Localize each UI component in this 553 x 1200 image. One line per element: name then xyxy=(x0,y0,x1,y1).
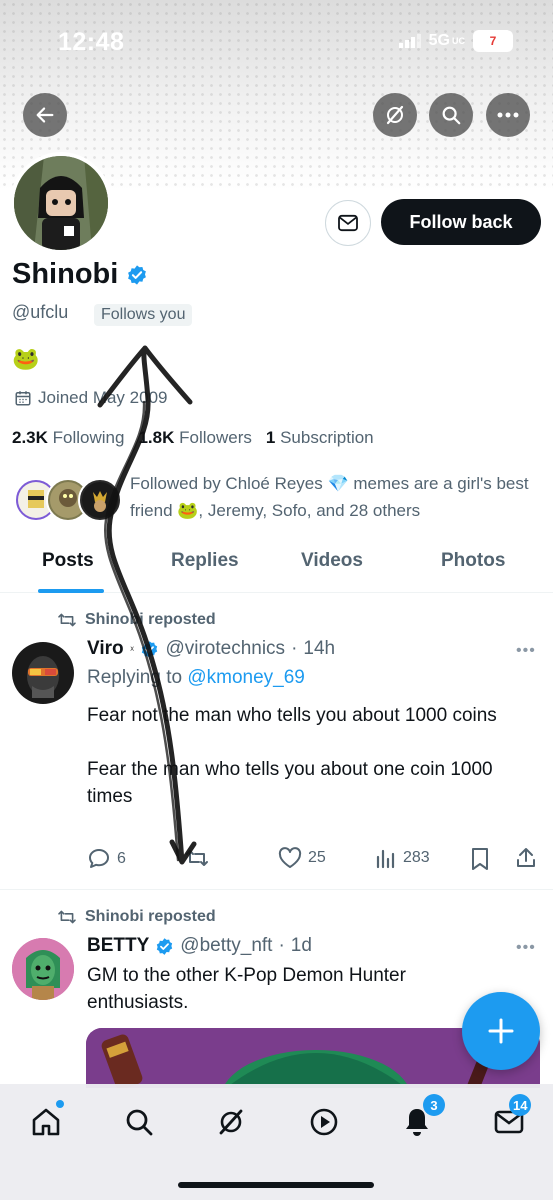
author-suffix: ᕁ xyxy=(129,646,135,657)
post-author[interactable]: Viro xyxy=(87,638,124,660)
grok-button[interactable] xyxy=(373,93,417,137)
search-button[interactable] xyxy=(429,93,473,137)
following-link[interactable]: 2.3K Following xyxy=(12,428,124,448)
signal-icon xyxy=(398,34,421,48)
followed-by-text[interactable]: Followed by Chloé Reyes 💎 memes are a gi… xyxy=(130,470,540,524)
post-text: GM to the other K-Pop Demon Hunter enthu… xyxy=(87,965,406,1013)
repost-icon xyxy=(58,910,76,924)
bookmark-action[interactable] xyxy=(470,847,490,871)
tab-photos[interactable]: Photos xyxy=(441,550,505,572)
profile-name: Shinobi xyxy=(12,258,119,290)
reply-icon xyxy=(89,849,109,868)
share-icon xyxy=(517,848,535,867)
compose-post-button[interactable] xyxy=(462,992,540,1070)
profile-avatar[interactable] xyxy=(10,152,112,254)
follows-you-badge: Follows you xyxy=(94,304,193,326)
profile-name-row: Shinobi xyxy=(12,258,148,291)
search-icon xyxy=(126,1109,153,1136)
repost-icon xyxy=(58,613,76,627)
grok-icon xyxy=(219,1109,243,1135)
reply-action[interactable]: 6 xyxy=(87,847,126,871)
home-icon xyxy=(32,1108,60,1136)
nav-video[interactable] xyxy=(304,1102,344,1142)
repost-indicator: Shinobi reposted xyxy=(57,611,216,629)
back-button[interactable] xyxy=(23,93,67,137)
profile-tabs: Posts Replies Videos Photos xyxy=(0,540,553,593)
avatar-art xyxy=(12,642,74,704)
nav-messages[interactable]: 14 xyxy=(489,1094,532,1142)
post-handle[interactable]: @betty_nft xyxy=(180,935,272,957)
tab-posts[interactable]: Posts xyxy=(42,550,94,572)
envelope-icon xyxy=(338,214,358,232)
post-avatar-betty[interactable] xyxy=(12,938,74,1000)
more-options-button[interactable] xyxy=(486,93,530,137)
plus-icon xyxy=(488,1018,514,1044)
home-new-dot xyxy=(56,1100,64,1108)
like-action[interactable]: 25 xyxy=(278,847,326,869)
post-header: BETTY @betty_nft · 1d xyxy=(87,935,312,957)
bookmark-icon xyxy=(472,848,488,870)
more-dots-icon xyxy=(497,112,519,118)
reply-handle-link[interactable]: @kmoney_69 xyxy=(187,667,305,688)
network-label: 5G xyxy=(428,32,450,49)
verified-badge-icon xyxy=(142,640,158,658)
views-chart-icon xyxy=(376,849,395,869)
messages-badge: 14 xyxy=(509,1094,532,1116)
post-text: Fear not the man who tells you about 100… xyxy=(87,705,497,807)
joined-date-row: Joined May 2009 xyxy=(14,388,167,408)
profile-stats: 2.3K Following 1.8K Followers 1 Subscrip… xyxy=(12,428,374,448)
post-author[interactable]: BETTY xyxy=(87,935,149,957)
post-time: 14h xyxy=(303,638,336,659)
repost-indicator: Shinobi reposted xyxy=(57,908,216,926)
tab-replies[interactable]: Replies xyxy=(171,550,239,572)
repost-action[interactable] xyxy=(185,847,215,869)
tab-videos[interactable]: Videos xyxy=(301,550,363,572)
follower-avatar-art xyxy=(82,482,118,518)
nav-search[interactable] xyxy=(119,1102,159,1142)
repost-icon xyxy=(186,850,208,866)
message-button[interactable] xyxy=(325,200,371,246)
profile-bio: 🐸 xyxy=(12,346,40,371)
network-sub: UC xyxy=(452,36,465,46)
status-indicators: 5G UC 7 xyxy=(398,30,513,52)
active-tab-indicator xyxy=(38,589,104,593)
post-more-button[interactable]: ••• xyxy=(516,939,536,957)
subscriptions-link[interactable]: 1 Subscription xyxy=(266,428,374,448)
profile-handle: @ufclu xyxy=(12,302,69,322)
status-time: 12:48 xyxy=(58,28,125,56)
nav-notifications[interactable]: 3 xyxy=(397,1094,445,1142)
followers-link[interactable]: 1.8K Followers xyxy=(138,428,251,448)
share-action[interactable] xyxy=(514,846,538,870)
battery-icon: 7 xyxy=(473,30,513,52)
meta-separator: · xyxy=(291,638,298,659)
verified-badge-icon xyxy=(128,264,147,285)
joined-date: Joined May 2009 xyxy=(38,388,168,407)
views-action[interactable]: 283 xyxy=(375,847,430,869)
calendar-icon xyxy=(15,391,31,406)
post-time: 1d xyxy=(290,935,312,956)
notifications-badge: 3 xyxy=(423,1094,445,1116)
nav-grok[interactable] xyxy=(211,1102,251,1142)
post-avatar-viro[interactable] xyxy=(12,642,74,704)
search-icon xyxy=(442,106,461,125)
post-divider xyxy=(0,889,553,890)
post-header: Viro ᕁ @virotechnics · 14h xyxy=(87,638,335,660)
post-more-button[interactable]: ••• xyxy=(516,642,536,660)
home-indicator xyxy=(178,1182,374,1188)
play-circle-icon xyxy=(310,1108,338,1136)
post-handle[interactable]: @virotechnics xyxy=(165,638,285,660)
arrow-left-icon xyxy=(36,107,54,123)
reply-context: Replying to @kmoney_69 xyxy=(87,667,305,688)
follow-back-button[interactable]: Follow back xyxy=(381,199,541,245)
meta-separator: · xyxy=(278,935,285,956)
verified-badge-icon xyxy=(157,937,173,955)
follower-avatar-3[interactable] xyxy=(78,478,122,522)
avatar-art xyxy=(12,938,74,1000)
nav-home[interactable] xyxy=(26,1100,66,1142)
grok-icon xyxy=(386,105,404,125)
avatar-illustration xyxy=(14,156,108,250)
heart-icon xyxy=(278,847,302,868)
